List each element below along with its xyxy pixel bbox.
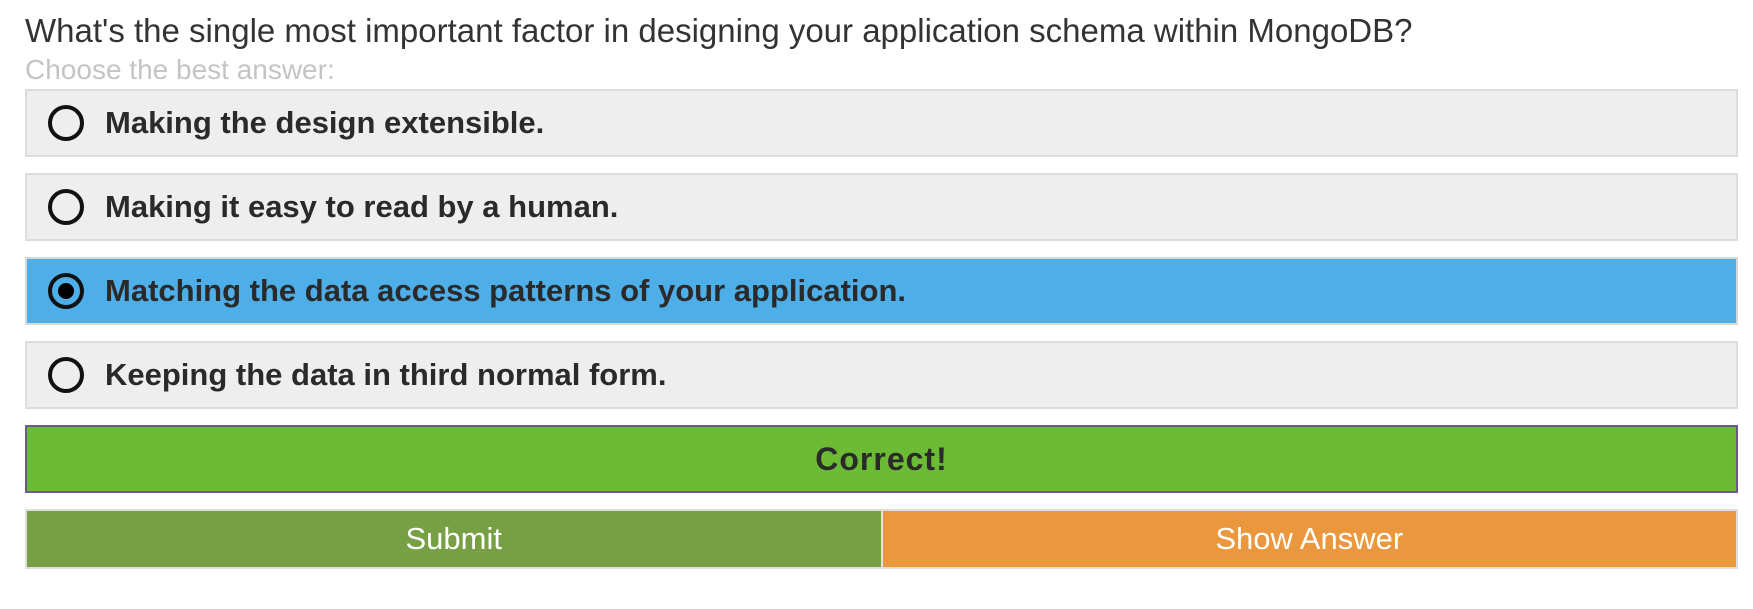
submit-button[interactable]: Submit <box>27 511 883 567</box>
radio-button-icon[interactable] <box>48 105 84 141</box>
option-2[interactable]: Matching the data access patterns of you… <box>25 257 1738 325</box>
option-label: Matching the data access patterns of you… <box>105 273 907 308</box>
option-3[interactable]: Keeping the data in third normal form. <box>25 341 1738 409</box>
option-label: Making it easy to read by a human. <box>105 189 619 224</box>
radio-button-icon[interactable] <box>48 189 84 225</box>
option-0[interactable]: Making the design extensible. <box>25 89 1738 157</box>
answer-options: Making the design extensible. Making it … <box>25 89 1738 409</box>
action-buttons: Submit Show Answer <box>25 509 1738 569</box>
option-label: Making the design extensible. <box>105 105 545 140</box>
radio-button-icon[interactable] <box>48 273 84 309</box>
radio-dot-icon <box>58 283 74 299</box>
correct-result-banner: Correct! <box>25 425 1738 493</box>
radio-button-icon[interactable] <box>48 357 84 393</box>
option-label: Keeping the data in third normal form. <box>105 357 667 392</box>
option-1[interactable]: Making it easy to read by a human. <box>25 173 1738 241</box>
answer-hint: Choose the best answer: <box>25 54 335 85</box>
show-answer-button[interactable]: Show Answer <box>882 511 1736 567</box>
quiz-container: What's the single most important factor … <box>25 0 1738 569</box>
question-text: What's the single most important factor … <box>25 12 1413 49</box>
